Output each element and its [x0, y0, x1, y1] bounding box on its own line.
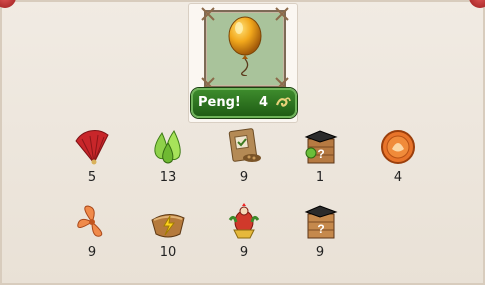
stitch-icon: [275, 7, 289, 21]
green-drops-icon: [154, 130, 181, 164]
svg-text:?: ?: [317, 147, 324, 161]
mystery-crate-icon: ?: [304, 130, 338, 164]
svg-text:?: ?: [317, 222, 324, 236]
reward-item[interactable]: ? 1: [290, 127, 350, 191]
reward-item[interactable]: 10: [138, 202, 198, 266]
pin-icon: [0, 0, 16, 8]
item-quantity: 9: [315, 245, 325, 260]
reward-item[interactable]: 13: [138, 127, 198, 191]
mystery-crate-icon: ?: [304, 205, 338, 239]
parchment-frame: [201, 7, 289, 91]
reward-item[interactable]: ? 9: [290, 202, 350, 266]
fan-icon: [75, 130, 109, 165]
coin-medallion-icon: [381, 130, 415, 164]
golden-balloon-icon: [228, 16, 262, 76]
reward-item[interactable]: 9: [62, 202, 122, 266]
reward-item[interactable]: 5: [62, 127, 122, 191]
propeller-icon: [77, 205, 103, 237]
reward-count: 4: [259, 95, 269, 110]
item-quantity: 9: [239, 245, 249, 260]
item-quantity: 1: [315, 170, 325, 185]
rooster-trophy-icon: [228, 203, 260, 239]
swirl-token-icon: [275, 97, 291, 107]
item-quantity: 13: [159, 170, 177, 185]
reward-item[interactable]: 9: [214, 202, 274, 266]
item-quantity: 9: [87, 245, 97, 260]
reward-panel: Peng! 4 5 13 9 ? 1 4 9 10 9 ? 9: [0, 0, 485, 285]
stitch-icon: [201, 7, 215, 21]
featured-reward-card[interactable]: Peng! 4: [188, 3, 298, 123]
pin-icon: [469, 0, 485, 8]
seed-packet-icon: [228, 128, 261, 162]
item-quantity: 4: [393, 170, 403, 185]
reward-item[interactable]: 9: [214, 127, 274, 191]
item-quantity: 9: [239, 170, 249, 185]
reward-badge: Peng! 4: [191, 88, 297, 118]
item-quantity: 5: [87, 170, 97, 185]
reward-name: Peng!: [198, 95, 241, 110]
item-quantity: 10: [159, 245, 177, 260]
reward-item[interactable]: 4: [368, 127, 428, 191]
energy-nest-icon: [151, 214, 185, 238]
